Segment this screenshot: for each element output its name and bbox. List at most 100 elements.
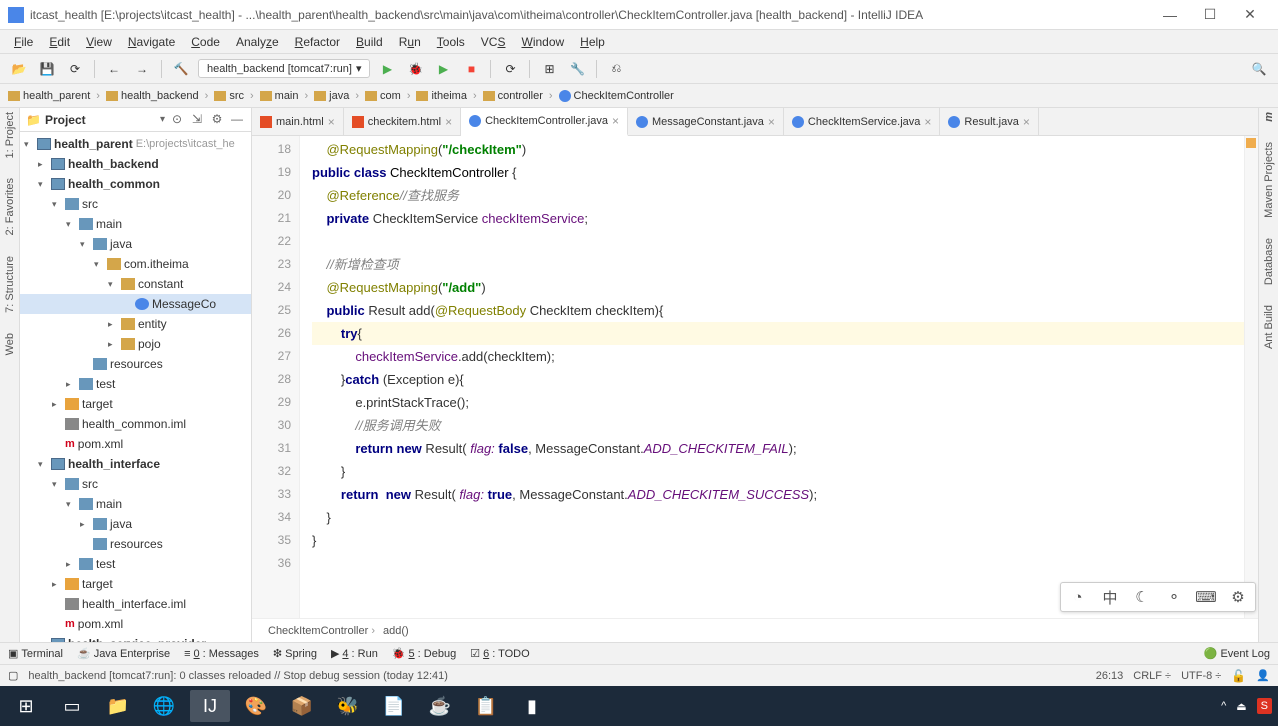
editor-tab[interactable]: checkitem.html× bbox=[344, 108, 461, 136]
vtab-maven-label[interactable]: Maven Projects bbox=[1263, 142, 1275, 218]
tree-item[interactable]: resources bbox=[20, 534, 251, 554]
menu-help[interactable]: Help bbox=[574, 33, 611, 51]
tree-item[interactable]: ▾main bbox=[20, 494, 251, 514]
toolwin-messages[interactable]: ≡ 0: Messages bbox=[184, 648, 259, 660]
vtab-favorites[interactable]: 2: Favorites bbox=[4, 178, 16, 235]
menu-navigate[interactable]: Navigate bbox=[122, 33, 181, 51]
paint-app[interactable]: 🎨 bbox=[236, 690, 276, 722]
bc-class[interactable]: CheckItemController bbox=[559, 90, 674, 102]
vtab-web[interactable]: Web bbox=[4, 333, 16, 355]
tree-item[interactable]: ▸test bbox=[20, 554, 251, 574]
editor-tab[interactable]: MessageConstant.java× bbox=[628, 108, 784, 136]
start-button[interactable]: ⊞ bbox=[6, 690, 46, 722]
app-9[interactable]: ☕ bbox=[420, 690, 460, 722]
debug-button[interactable]: 🐞 bbox=[404, 58, 426, 80]
structure-button[interactable]: ⊞ bbox=[538, 58, 560, 80]
vtab-database[interactable]: Database bbox=[1263, 238, 1275, 285]
menu-view[interactable]: View bbox=[80, 33, 118, 51]
chrome-app[interactable]: 🌐 bbox=[144, 690, 184, 722]
tab-close-icon[interactable]: × bbox=[924, 115, 931, 129]
editor-tab[interactable]: main.html× bbox=[252, 108, 344, 136]
tree-item[interactable]: ▾health_interface bbox=[20, 454, 251, 474]
bc-health-parent[interactable]: health_parent bbox=[8, 90, 90, 102]
tray-eject-icon[interactable]: ⏏ bbox=[1236, 700, 1246, 713]
forward-button[interactable]: → bbox=[131, 58, 153, 80]
settings-button[interactable]: ⚙ bbox=[209, 112, 225, 128]
tree-item[interactable]: ▾java bbox=[20, 234, 251, 254]
stop-button[interactable]: ■ bbox=[460, 58, 482, 80]
tree-item[interactable]: ▾src bbox=[20, 194, 251, 214]
bc-main[interactable]: main bbox=[260, 90, 299, 102]
vtab-project[interactable]: 1: Project bbox=[4, 112, 16, 158]
toolwin-terminal[interactable]: ▣ Terminal bbox=[8, 647, 63, 660]
coverage-button[interactable]: ▶ bbox=[432, 58, 454, 80]
tree-item[interactable]: resources bbox=[20, 354, 251, 374]
system-tray[interactable]: ^ ⏏ S bbox=[1221, 698, 1272, 714]
menu-analyze[interactable]: Analyze bbox=[230, 33, 285, 51]
menu-code[interactable]: Code bbox=[185, 33, 226, 51]
search-everywhere-button[interactable]: 🔍 bbox=[1248, 58, 1270, 80]
hide-button[interactable]: — bbox=[229, 112, 245, 128]
minimize-button[interactable]: — bbox=[1150, 7, 1190, 23]
tree-item[interactable]: ▾com.itheima bbox=[20, 254, 251, 274]
settings-toolbar-button[interactable]: 🔧 bbox=[566, 58, 588, 80]
tab-close-icon[interactable]: × bbox=[768, 115, 775, 129]
tree-item[interactable]: ▸java bbox=[20, 514, 251, 534]
tree-item[interactable]: MessageCo bbox=[20, 294, 251, 314]
explorer-app[interactable]: 📁 bbox=[98, 690, 138, 722]
vtab-structure[interactable]: 7: Structure bbox=[4, 256, 16, 313]
menu-run[interactable]: Run bbox=[393, 33, 427, 51]
tree-item[interactable]: ▸target bbox=[20, 574, 251, 594]
moon-icon[interactable]: ☾ bbox=[1131, 586, 1153, 608]
terminal-app[interactable]: ▮ bbox=[512, 690, 552, 722]
project-tree[interactable]: ▾health_parent E:\projects\itcast_he▸hea… bbox=[20, 132, 251, 642]
vtab-maven[interactable]: m bbox=[1263, 112, 1275, 122]
tree-item[interactable]: mpom.xml bbox=[20, 614, 251, 634]
run-config-selector[interactable]: health_backend [tomcat7:run] ▾ bbox=[198, 59, 370, 78]
keyboard-icon[interactable]: ⌨ bbox=[1195, 586, 1217, 608]
app-7[interactable]: 🐝 bbox=[328, 690, 368, 722]
code-area[interactable]: @RequestMapping("/checkItem") public cla… bbox=[300, 136, 1244, 618]
tree-item[interactable]: ▸entity bbox=[20, 314, 251, 334]
tree-item[interactable]: ▸test bbox=[20, 374, 251, 394]
tree-item[interactable]: ▸health_service_provider bbox=[20, 634, 251, 642]
menu-window[interactable]: Window bbox=[515, 33, 570, 51]
tree-item[interactable]: health_common.iml bbox=[20, 414, 251, 434]
sync-button[interactable]: ⟳ bbox=[64, 58, 86, 80]
vcs-button[interactable]: ⎌ bbox=[605, 58, 627, 80]
tab-close-icon[interactable]: × bbox=[445, 115, 452, 129]
tree-item[interactable]: mpom.xml bbox=[20, 434, 251, 454]
menu-refactor[interactable]: Refactor bbox=[289, 33, 346, 51]
open-button[interactable]: 📂 bbox=[8, 58, 30, 80]
error-stripe[interactable] bbox=[1244, 136, 1258, 618]
project-view-dropdown[interactable]: ▾ bbox=[160, 114, 165, 125]
locate-button[interactable]: ⊙ bbox=[169, 112, 185, 128]
chinese-ime-icon[interactable]: 中 bbox=[1099, 586, 1121, 608]
line-gutter[interactable]: 18192021222324252627282930313233343536 bbox=[252, 136, 300, 618]
inspection-hector-icon[interactable]: 👤 bbox=[1256, 669, 1270, 682]
build-button[interactable]: 🔨 bbox=[170, 58, 192, 80]
app-10[interactable]: 📋 bbox=[466, 690, 506, 722]
app-8[interactable]: 📄 bbox=[374, 690, 414, 722]
tree-item[interactable]: ▸target bbox=[20, 394, 251, 414]
intellij-app[interactable]: IJ bbox=[190, 690, 230, 722]
toolwin-spring[interactable]: ❇ Spring bbox=[273, 647, 317, 660]
toolwin-eventlog[interactable]: 🟢 Event Log bbox=[1204, 647, 1270, 660]
save-button[interactable]: 💾 bbox=[36, 58, 58, 80]
collapse-button[interactable]: ⇲ bbox=[189, 112, 205, 128]
menu-tools[interactable]: Tools bbox=[431, 33, 471, 51]
bc-java[interactable]: java bbox=[314, 90, 349, 102]
crumb-class[interactable]: CheckItemController bbox=[268, 625, 375, 637]
tree-item[interactable]: ▸pojo bbox=[20, 334, 251, 354]
editor-tab[interactable]: CheckItemController.java× bbox=[461, 108, 628, 136]
bc-com[interactable]: com bbox=[365, 90, 401, 102]
bc-itheima[interactable]: itheima bbox=[416, 90, 466, 102]
bc-src[interactable]: src bbox=[214, 90, 244, 102]
tree-item[interactable]: ▾health_common bbox=[20, 174, 251, 194]
tree-item[interactable]: ▾main bbox=[20, 214, 251, 234]
gauge-icon[interactable]: ◔ bbox=[1067, 586, 1089, 608]
toolwin-debug[interactable]: 🐞 5: Debug bbox=[392, 647, 456, 660]
tree-item[interactable]: health_interface.iml bbox=[20, 594, 251, 614]
menu-file[interactable]: File bbox=[8, 33, 39, 51]
warning-marker[interactable] bbox=[1246, 138, 1256, 148]
